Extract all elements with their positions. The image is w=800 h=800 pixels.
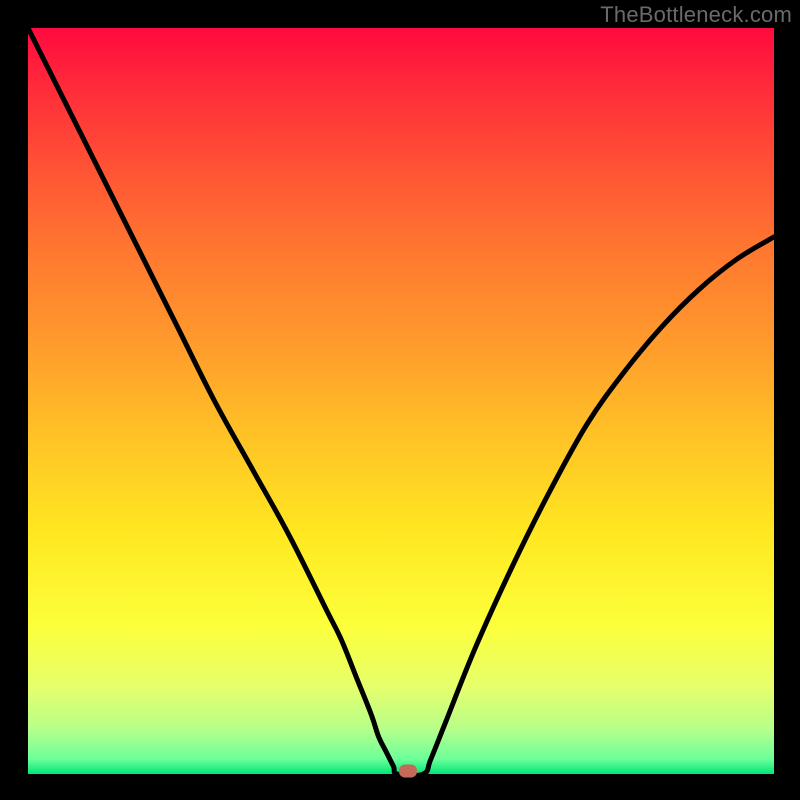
chart-frame: TheBottleneck.com [0, 0, 800, 800]
plot-area [28, 28, 774, 774]
curve-svg [28, 28, 774, 774]
optimal-point-marker [399, 765, 417, 778]
watermark-text: TheBottleneck.com [600, 2, 792, 28]
bottleneck-curve [28, 28, 774, 774]
